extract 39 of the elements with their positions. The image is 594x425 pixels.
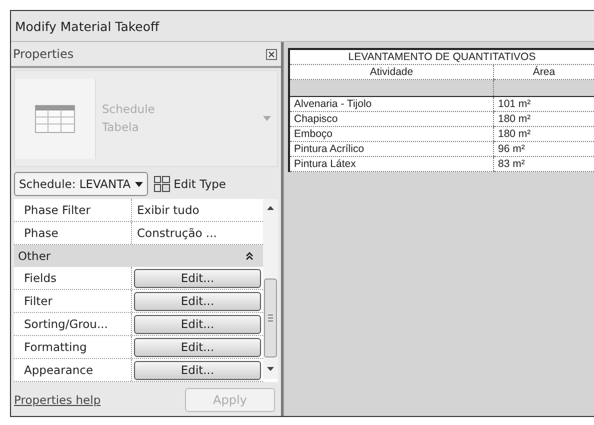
table-cell: Emboço bbox=[289, 126, 494, 142]
edit-button[interactable]: Edit... bbox=[134, 314, 261, 334]
close-icon[interactable] bbox=[266, 48, 277, 60]
table-cell: 83 m² bbox=[494, 156, 594, 172]
instance-dropdown[interactable]: Schedule: LEVANTA bbox=[14, 172, 148, 196]
type-name: Schedule Tabela bbox=[102, 100, 156, 136]
table-cell: Chapisco bbox=[289, 112, 494, 126]
edit-button[interactable]: Edit... bbox=[134, 292, 261, 310]
group-header[interactable]: Other bbox=[14, 245, 263, 267]
schedule-title: LEVANTAMENTO DE QUANTITATIVOS bbox=[289, 49, 594, 64]
edit-type-icon bbox=[154, 176, 170, 192]
edit-type-button[interactable]: Edit Type bbox=[154, 176, 226, 192]
properties-help-link[interactable]: Properties help bbox=[14, 393, 101, 407]
table-cell: Pintura Acrílico bbox=[289, 142, 494, 156]
table-cell: Alvenaria - Tijolo bbox=[289, 96, 494, 112]
dropdown-arrow-icon bbox=[263, 116, 271, 121]
table-cell: 96 m² bbox=[494, 142, 594, 156]
table-icon bbox=[35, 104, 75, 132]
window-title: Modify Material Takeoff bbox=[15, 18, 160, 34]
collapse-icon[interactable] bbox=[246, 252, 253, 260]
panel-title: Properties bbox=[13, 47, 74, 61]
property-name: Filter bbox=[14, 290, 132, 312]
edit-button[interactable]: Edit... bbox=[134, 268, 261, 288]
property-name: Fields bbox=[14, 267, 132, 289]
property-name: Appearance bbox=[14, 359, 132, 381]
property-name: Formatting bbox=[14, 336, 132, 358]
caret-icon bbox=[134, 182, 143, 186]
property-name: Phase Filter bbox=[14, 199, 132, 221]
edit-button[interactable]: Edit... bbox=[134, 360, 261, 380]
edit-button[interactable]: Edit... bbox=[134, 338, 261, 356]
property-value[interactable]: Exibir tudo bbox=[132, 203, 263, 217]
table-cell: 180 m² bbox=[494, 112, 594, 126]
property-name: Sorting/Grou... bbox=[14, 313, 132, 335]
property-value[interactable]: Construção ... bbox=[132, 226, 263, 240]
table-cell: 180 m² bbox=[494, 126, 594, 142]
table-cell: 101 m² bbox=[494, 96, 594, 112]
table-cell: Pintura Látex bbox=[289, 156, 494, 172]
property-name: Phase bbox=[14, 222, 132, 244]
group-name: Other bbox=[18, 249, 51, 263]
